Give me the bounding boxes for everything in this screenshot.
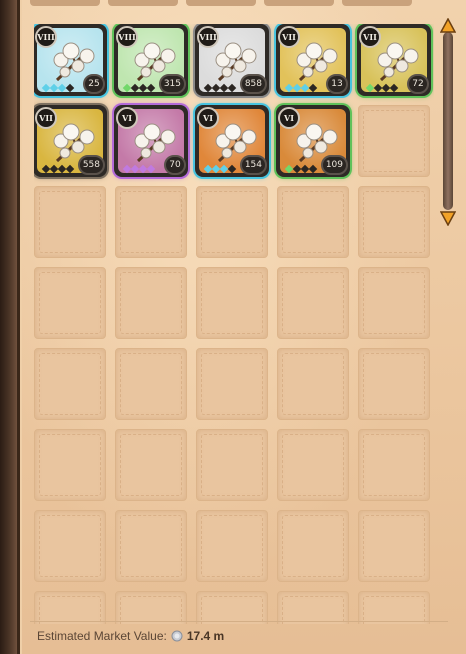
empty-slot[interactable] bbox=[358, 510, 430, 582]
top-tab-strip bbox=[30, 0, 466, 6]
quality-pips bbox=[203, 83, 237, 93]
quality-pip bbox=[65, 83, 75, 93]
empty-slot[interactable] bbox=[115, 267, 187, 339]
empty-slot[interactable] bbox=[196, 348, 268, 420]
tier-badge: VIII bbox=[116, 26, 138, 48]
inventory-item-slot[interactable]: VIII 315 bbox=[114, 24, 188, 96]
quantity-badge: 109 bbox=[320, 155, 348, 175]
quality-pip bbox=[65, 164, 75, 174]
arrow-down-icon[interactable] bbox=[440, 210, 456, 226]
empty-slot[interactable] bbox=[358, 267, 430, 339]
empty-slot[interactable] bbox=[277, 267, 349, 339]
empty-slot[interactable] bbox=[358, 429, 430, 501]
inventory-grid: VIII 25 VIII 315 VIII 858 VII 13 VII 72 VII 558 VI 70… bbox=[34, 24, 434, 624]
quantity-badge: 25 bbox=[83, 74, 105, 94]
quality-pips bbox=[365, 83, 399, 93]
market-value-amount: 17.4 m bbox=[186, 629, 225, 643]
tier-badge: VIII bbox=[197, 26, 219, 48]
empty-slot[interactable] bbox=[196, 510, 268, 582]
quality-pips bbox=[122, 83, 156, 93]
empty-slot[interactable] bbox=[196, 591, 268, 624]
quality-pip bbox=[389, 83, 399, 93]
quantity-badge: 315 bbox=[158, 74, 186, 94]
empty-slot[interactable] bbox=[34, 348, 106, 420]
inventory-item-slot[interactable]: VII 558 bbox=[34, 105, 107, 177]
quality-pip bbox=[227, 83, 237, 93]
empty-slot[interactable] bbox=[277, 348, 349, 420]
quantity-badge: 154 bbox=[239, 155, 267, 175]
market-value-label: Estimated Market Value: bbox=[37, 629, 167, 643]
quality-pips bbox=[41, 164, 75, 174]
empty-slot[interactable] bbox=[115, 510, 187, 582]
tier-badge: VII bbox=[359, 26, 381, 48]
empty-slot[interactable] bbox=[196, 267, 268, 339]
inventory-item-slot[interactable]: VIII 858 bbox=[195, 24, 269, 96]
quality-pips bbox=[284, 83, 318, 93]
inventory-item-slot[interactable]: VI 109 bbox=[276, 105, 350, 177]
tier-badge: VII bbox=[278, 26, 300, 48]
inventory-item-slot[interactable]: VI 154 bbox=[195, 105, 269, 177]
quality-pip bbox=[227, 164, 237, 174]
tier-badge: VIII bbox=[35, 26, 57, 48]
empty-slot[interactable] bbox=[34, 510, 106, 582]
quantity-badge: 558 bbox=[77, 155, 105, 175]
quantity-badge: 70 bbox=[164, 155, 186, 175]
market-value: Estimated Market Value: 17.4 m bbox=[37, 627, 224, 645]
quantity-badge: 13 bbox=[326, 74, 348, 94]
empty-slot[interactable] bbox=[277, 591, 349, 624]
inventory-item-slot[interactable]: VII 72 bbox=[357, 24, 431, 96]
empty-slot[interactable] bbox=[277, 510, 349, 582]
tier-badge: VI bbox=[278, 107, 300, 129]
quality-pips bbox=[203, 164, 237, 174]
quantity-badge: 858 bbox=[239, 74, 267, 94]
inventory-item-slot[interactable]: VI 70 bbox=[114, 105, 188, 177]
silver-coin-icon bbox=[171, 630, 183, 642]
empty-slot[interactable] bbox=[115, 186, 187, 258]
inventory-item-slot[interactable]: VIII 25 bbox=[34, 24, 107, 96]
tier-badge: VI bbox=[116, 107, 138, 129]
empty-slot[interactable] bbox=[115, 591, 187, 624]
quality-pips bbox=[284, 164, 318, 174]
scroll-thumb[interactable] bbox=[443, 32, 453, 210]
empty-slot[interactable] bbox=[34, 591, 106, 624]
empty-slot[interactable] bbox=[277, 429, 349, 501]
quality-pip bbox=[146, 83, 156, 93]
footer-divider bbox=[30, 621, 448, 622]
quantity-badge: 72 bbox=[407, 74, 429, 94]
scrollbar[interactable] bbox=[440, 18, 456, 226]
empty-slot[interactable] bbox=[196, 429, 268, 501]
inventory-item-slot[interactable]: VII 13 bbox=[276, 24, 350, 96]
quality-pips bbox=[122, 164, 156, 174]
quality-pip bbox=[308, 164, 318, 174]
empty-slot[interactable] bbox=[34, 267, 106, 339]
empty-slot[interactable] bbox=[34, 429, 106, 501]
tier-badge: VI bbox=[197, 107, 219, 129]
arrow-up-icon[interactable] bbox=[440, 18, 456, 34]
empty-slot[interactable] bbox=[358, 105, 430, 177]
empty-slot[interactable] bbox=[115, 348, 187, 420]
quality-pip bbox=[146, 164, 156, 174]
quality-pip bbox=[308, 83, 318, 93]
empty-slot[interactable] bbox=[358, 186, 430, 258]
empty-slot[interactable] bbox=[115, 429, 187, 501]
empty-slot[interactable] bbox=[196, 186, 268, 258]
empty-slot[interactable] bbox=[358, 591, 430, 624]
tier-badge: VII bbox=[35, 107, 57, 129]
quality-pips bbox=[41, 83, 75, 93]
left-frame bbox=[0, 0, 20, 654]
empty-slot[interactable] bbox=[34, 186, 106, 258]
empty-slot[interactable] bbox=[358, 348, 430, 420]
empty-slot[interactable] bbox=[277, 186, 349, 258]
